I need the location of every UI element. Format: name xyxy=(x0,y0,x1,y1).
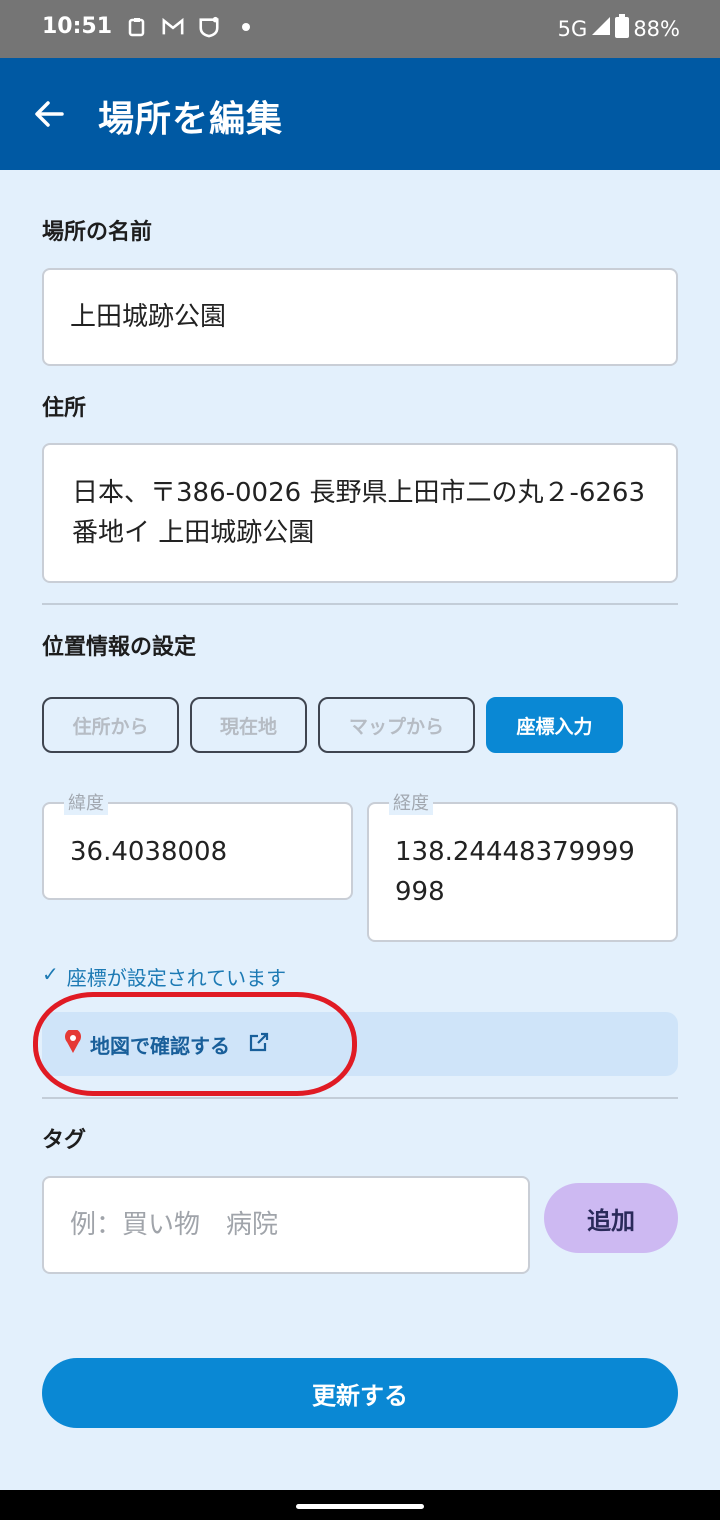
status-notification-icons xyxy=(126,16,250,38)
check-icon: ✓ xyxy=(42,962,59,986)
longitude-input[interactable]: 138.24448379999998 xyxy=(367,802,678,942)
status-bar: 10:51 5G 88% xyxy=(0,0,720,58)
longitude-value: 138.24448379999998 xyxy=(395,837,635,907)
tag-input[interactable]: 例：買い物 病院 xyxy=(42,1176,530,1274)
shield-app-icon xyxy=(198,16,220,38)
divider xyxy=(42,1097,678,1099)
signal-icon xyxy=(591,16,611,41)
latitude-input[interactable]: 36.4038008 xyxy=(42,802,353,900)
notification-dot-icon xyxy=(242,23,250,31)
arrow-back-icon[interactable] xyxy=(30,94,70,134)
mode-from-address-button[interactable]: 住所から xyxy=(42,697,179,753)
tag-label: タグ xyxy=(42,1128,87,1153)
address-value: 日本、〒386-0026 長野県上田市二の丸２-6263番地イ 上田城跡公園 xyxy=(72,478,645,548)
longitude-label: 経度 xyxy=(389,789,433,815)
divider xyxy=(42,603,678,605)
gmail-icon xyxy=(162,16,184,38)
latitude-value: 36.4038008 xyxy=(70,837,228,867)
battery-icon xyxy=(615,14,630,43)
status-system-icons: 5G 88% xyxy=(558,14,680,43)
coord-status-text: 座標が設定されています xyxy=(66,966,287,990)
place-name-value: 上田城跡公園 xyxy=(70,302,227,332)
update-button[interactable]: 更新する xyxy=(42,1358,678,1428)
home-gesture-handle[interactable] xyxy=(296,1504,424,1509)
annotation-highlight-circle xyxy=(33,992,357,1096)
clipboard-icon xyxy=(126,16,148,38)
place-name-input[interactable]: 上田城跡公園 xyxy=(42,268,678,366)
mode-from-map-button[interactable]: マップから xyxy=(318,697,475,753)
latitude-label: 緯度 xyxy=(64,789,108,815)
network-type: 5G xyxy=(557,16,588,41)
tag-placeholder: 例：買い物 病院 xyxy=(70,1210,279,1240)
mode-current-location-button[interactable]: 現在地 xyxy=(190,697,307,753)
address-input[interactable]: 日本、〒386-0026 長野県上田市二の丸２-6263番地イ 上田城跡公園 xyxy=(42,443,678,583)
status-time: 10:51 xyxy=(42,14,113,39)
app-bar: 場所を編集 xyxy=(0,58,720,170)
battery-percent: 88% xyxy=(633,16,680,41)
page-title: 場所を編集 xyxy=(98,99,284,140)
address-label: 住所 xyxy=(42,396,87,421)
coord-status: ✓ 座標が設定されています xyxy=(42,962,286,991)
location-settings-label: 位置情報の設定 xyxy=(42,635,197,660)
mode-coordinate-input-button[interactable]: 座標入力 xyxy=(486,697,623,753)
add-tag-button[interactable]: 追加 xyxy=(544,1183,678,1253)
name-label: 場所の名前 xyxy=(42,220,153,245)
